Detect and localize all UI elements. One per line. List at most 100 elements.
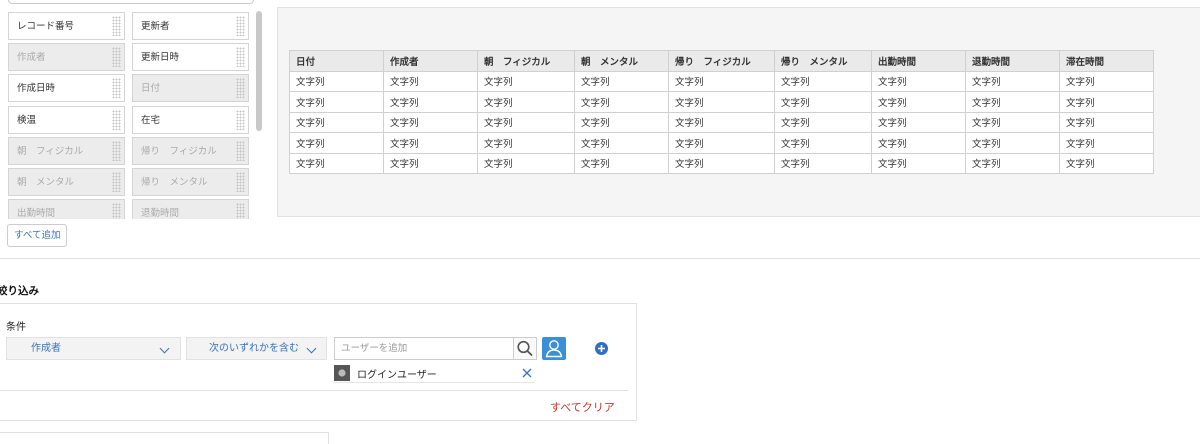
table-row: 文字列 文字列 文字列 文字列 文字列 文字列 文字列 文字列 文字列 xyxy=(289,91,1154,113)
table-cell: 文字列 xyxy=(289,111,384,133)
drag-handle-icon[interactable] xyxy=(236,16,245,36)
drag-handle-icon[interactable] xyxy=(112,47,121,68)
field-chip[interactable]: レコード番号 xyxy=(8,12,125,40)
field-palette: レコード番号 更新者作成者 更新日時作成日時 日付 検温 在宅朝 フィジカル 帰り フィジカ… xyxy=(0,0,268,219)
table-cell: 文字列 xyxy=(477,91,575,113)
table-cell: 文字列 xyxy=(574,132,669,154)
field-chip[interactable]: 朝 メンタル xyxy=(8,168,125,196)
drag-handle-icon[interactable] xyxy=(112,140,121,161)
user-search-button[interactable] xyxy=(513,337,537,360)
drag-handle-icon[interactable] xyxy=(236,172,245,192)
user-picker-button[interactable] xyxy=(542,337,566,360)
add-condition-button[interactable] xyxy=(595,342,608,355)
palette-scrollbar[interactable] xyxy=(256,11,262,131)
close-icon xyxy=(522,368,532,378)
preview-column-header: 退勤時間 xyxy=(965,50,1060,72)
field-chip[interactable]: 帰り フィジカル xyxy=(132,136,249,165)
drag-handle-icon[interactable] xyxy=(112,203,121,219)
field-chip[interactable]: 在宅 xyxy=(132,105,249,134)
drag-handle-icon[interactable] xyxy=(236,109,245,130)
table-cell: 文字列 xyxy=(668,111,775,133)
clear-all-link[interactable]: すべてクリア xyxy=(550,399,615,415)
table-cell: 文字列 xyxy=(965,111,1060,133)
table-cell: 文字列 xyxy=(668,70,775,92)
table-cell: 文字列 xyxy=(668,91,775,113)
field-chip[interactable]: 退勤時間 xyxy=(132,199,249,219)
field-chip[interactable]: 更新日時 xyxy=(132,43,249,72)
preview-body: 文字列 文字列 文字列 文字列 文字列 文字列 文字列 文字列 文字列 文字列 文字列 文字列 文字列文… xyxy=(289,70,1154,174)
preview-column-header: 朝 メンタル xyxy=(574,50,669,72)
field-chip-label: 作成日時 xyxy=(17,83,56,95)
preview-column-header: 帰り フィジカル xyxy=(668,50,775,72)
search-icon xyxy=(517,340,533,356)
field-chip[interactable]: 朝 フィジカル xyxy=(8,136,125,165)
user-search-input[interactable] xyxy=(334,337,514,360)
field-chip-label: 在宅 xyxy=(141,114,161,126)
table-cell: 文字列 xyxy=(477,111,575,133)
table-row: 文字列 文字列 文字列 文字列 文字列 文字列 文字列 文字列 文字列 xyxy=(289,132,1154,154)
table-cell: 文字列 xyxy=(1059,91,1154,113)
table-cell: 文字列 xyxy=(289,152,384,174)
selected-user-name: ログインユーザー xyxy=(357,370,437,381)
table-cell: 文字列 xyxy=(871,70,966,92)
field-chip-label: 帰り メンタル xyxy=(141,177,208,188)
filter-panel xyxy=(0,303,637,421)
drag-handle-icon[interactable] xyxy=(112,109,121,130)
remove-user-button[interactable] xyxy=(521,366,533,380)
preview-column-header: 帰り メンタル xyxy=(774,50,872,72)
field-chip[interactable]: 日付 xyxy=(132,74,249,103)
field-chip[interactable]: 帰り メンタル xyxy=(132,168,249,196)
drag-handle-icon[interactable] xyxy=(112,16,121,36)
table-cell: 文字列 xyxy=(477,132,575,154)
table-cell: 文字列 xyxy=(574,111,669,133)
add-all-button[interactable]: すべて追加 xyxy=(7,224,68,247)
table-cell: 文字列 xyxy=(383,91,478,113)
operator-select[interactable]: 次のいずれかを含む xyxy=(186,337,327,360)
table-cell: 文字列 xyxy=(383,152,478,174)
operator-select-value: 次のいずれかを含む xyxy=(209,343,299,354)
preview-column-header: 滞在時間 xyxy=(1059,50,1154,72)
table-cell: 文字列 xyxy=(965,132,1060,154)
drag-handle-icon[interactable] xyxy=(236,203,245,219)
section-divider xyxy=(0,258,1200,259)
field-chip[interactable]: 検温 xyxy=(8,105,125,134)
drag-handle-icon[interactable] xyxy=(236,47,245,68)
drag-handle-icon[interactable] xyxy=(236,140,245,161)
field-select-value: 作成者 xyxy=(31,343,61,354)
field-chip[interactable]: 更新者 xyxy=(132,12,249,40)
table-row: 文字列 文字列 文字列 文字列 文字列 文字列 文字列 文字列 文字列 xyxy=(289,111,1154,133)
table-cell: 文字列 xyxy=(774,70,872,92)
field-chip-label: レコード番号 xyxy=(17,21,75,32)
preview-column-header: 出勤時間 xyxy=(871,50,966,72)
filter-section-title: 絞り込み xyxy=(0,285,39,297)
table-cell: 文字列 xyxy=(289,91,384,113)
table-cell: 文字列 xyxy=(383,132,478,154)
table-cell: 文字列 xyxy=(383,70,478,92)
condition-label: 条件 xyxy=(6,322,26,333)
field-chip[interactable]: 出勤時間 xyxy=(8,199,125,219)
field-chip[interactable]: 作成日時 xyxy=(8,74,125,103)
drag-handle-icon[interactable] xyxy=(236,78,245,99)
table-cell: 文字列 xyxy=(1059,70,1154,92)
table-cell: 文字列 xyxy=(574,70,669,92)
field-chip-label: 退勤時間 xyxy=(141,208,180,219)
table-cell: 文字列 xyxy=(871,111,966,133)
table-cell: 文字列 xyxy=(774,132,872,154)
field-select[interactable]: 作成者 xyxy=(6,337,181,360)
table-cell: 文字列 xyxy=(289,132,384,154)
drag-handle-icon[interactable] xyxy=(112,78,121,99)
field-chip[interactable]: 作成者 xyxy=(8,43,125,72)
table-cell: 文字列 xyxy=(871,91,966,113)
field-chip-label: 出勤時間 xyxy=(17,208,56,219)
table-cell: 文字列 xyxy=(574,91,669,113)
filter-divider xyxy=(0,390,628,391)
table-cell: 文字列 xyxy=(965,91,1060,113)
drag-handle-icon[interactable] xyxy=(112,172,121,192)
next-section-box xyxy=(0,432,329,444)
table-row: 文字列 文字列 文字列 文字列 文字列 文字列 文字列 文字列 文字列 xyxy=(289,70,1154,92)
table-cell: 文字列 xyxy=(289,70,384,92)
field-chip-label: 朝 フィジカル xyxy=(17,145,84,157)
chevron-down-icon xyxy=(159,343,170,354)
field-chip-label: 更新者 xyxy=(141,21,170,32)
table-cell: 文字列 xyxy=(1059,111,1154,133)
